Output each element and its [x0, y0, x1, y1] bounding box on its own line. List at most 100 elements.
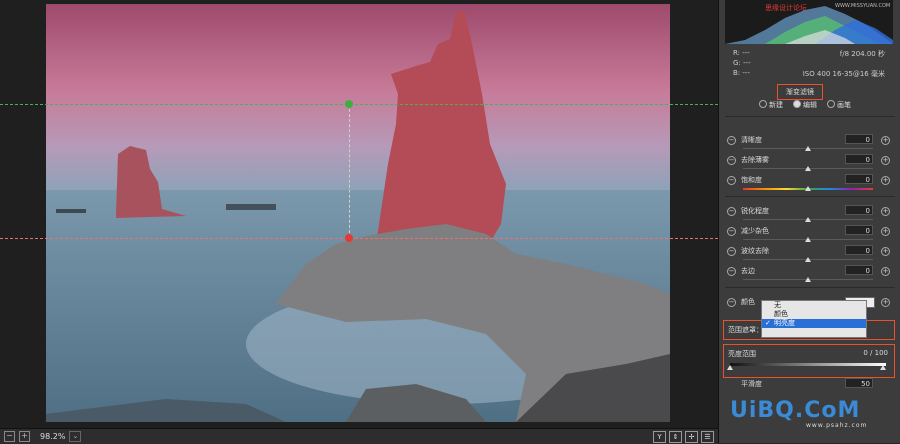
plus-icon[interactable]: +: [881, 267, 890, 276]
smoothness-value[interactable]: 50: [845, 378, 873, 388]
graduated-filter-title: 渐变滤镜: [777, 84, 823, 100]
mask-option-luminance[interactable]: 明亮度: [762, 319, 866, 328]
radio-icon: [827, 100, 835, 108]
slider-saturation: − 饱和度 0 +: [725, 174, 897, 194]
luminance-range-track[interactable]: [730, 363, 886, 366]
slider-label: 去边: [741, 267, 755, 275]
g-readout: G: ---: [733, 59, 751, 67]
image-canvas[interactable]: [0, 0, 718, 428]
slider-label: 锐化程度: [741, 207, 769, 215]
plus-icon[interactable]: +: [881, 247, 890, 256]
preferences-button[interactable]: ☰: [701, 431, 714, 443]
slider-knob[interactable]: [805, 146, 811, 151]
slider-clarity: − 清晰度 0 +: [725, 134, 897, 154]
slider-value[interactable]: 0: [845, 134, 873, 144]
mask-option-color[interactable]: 颜色: [762, 310, 866, 319]
slider-label: 波纹去除: [741, 247, 769, 255]
zoom-dropdown-icon[interactable]: ⌄: [69, 431, 82, 442]
photo-preview[interactable]: [46, 4, 670, 422]
mode-new[interactable]: 新建: [759, 100, 783, 110]
plus-icon[interactable]: +: [881, 207, 890, 216]
plus-icon[interactable]: +: [881, 156, 890, 165]
gradient-start-pin[interactable]: [345, 100, 353, 108]
watermark-sub: www.psahz.com: [806, 422, 868, 429]
minus-icon[interactable]: −: [727, 176, 736, 185]
slider-value[interactable]: 0: [845, 265, 873, 275]
slider-label: 去除薄雾: [741, 156, 769, 164]
slider-value[interactable]: 0: [845, 154, 873, 164]
status-bar: − + 98.2% ⌄ Y ⇕ ✢ ☰: [0, 428, 718, 444]
slider-label: 清晰度: [741, 136, 762, 144]
slider-knob[interactable]: [805, 217, 811, 222]
mask-option-none[interactable]: 无: [762, 301, 866, 310]
before-after-y-button[interactable]: Y: [653, 431, 666, 443]
slider-defringe: − 去边 0 +: [725, 265, 897, 285]
b-readout: B: ---: [733, 69, 750, 77]
histogram: 思缘设计论坛 WWW.MISSYUAN.COM: [725, 0, 893, 44]
plus-icon[interactable]: +: [881, 298, 890, 307]
radio-selected-icon: [793, 100, 801, 108]
aperture-shutter: f/8 204.00 秒: [839, 50, 885, 58]
minus-icon[interactable]: −: [727, 136, 736, 145]
minus-icon[interactable]: −: [727, 156, 736, 165]
slider-dehaze: − 去除薄雾 0 +: [725, 154, 897, 174]
zoom-level: 98.2%: [40, 432, 66, 441]
minus-zoom-icon[interactable]: −: [4, 431, 15, 442]
plus-zoom-icon[interactable]: +: [19, 431, 30, 442]
radio-icon: [759, 100, 767, 108]
color-label: 颜色: [741, 298, 755, 306]
gradient-end-pin[interactable]: [345, 234, 353, 242]
divider: [725, 196, 895, 197]
iso-lens: ISO 400 16-35@16 毫米: [802, 70, 885, 78]
slider-value[interactable]: 0: [845, 205, 873, 215]
divider: [725, 287, 895, 288]
adjustment-panel: 思缘设计论坛 WWW.MISSYUAN.COM R: --- f/8 204.0…: [718, 0, 900, 443]
seascape-photo: [46, 4, 670, 422]
histogram-watermark-url: WWW.MISSYUAN.COM: [835, 3, 891, 9]
slider-label: 减少杂色: [741, 227, 769, 235]
mode-selector: 新建 编辑 画笔: [759, 100, 899, 110]
minus-icon[interactable]: −: [727, 267, 736, 276]
slider-knob[interactable]: [805, 237, 811, 242]
before-after-split-button[interactable]: ⇕: [669, 431, 682, 443]
site-watermark: UiBQ.CoM www.psahz.com: [730, 398, 866, 429]
camera-info: R: --- f/8 204.00 秒 G: --- B: --- ISO 40…: [733, 49, 893, 79]
minus-icon[interactable]: −: [727, 207, 736, 216]
slider-moire: − 波纹去除 0 +: [725, 245, 897, 265]
luminance-range-box: 亮度范围 0 / 100: [723, 344, 895, 378]
histogram-watermark-text: 思缘设计论坛: [765, 4, 807, 12]
minus-icon[interactable]: −: [727, 247, 736, 256]
minus-icon[interactable]: −: [727, 298, 736, 307]
gradient-center-line[interactable]: [349, 104, 350, 238]
mode-edit[interactable]: 编辑: [793, 100, 817, 110]
slider-knob[interactable]: [805, 166, 811, 171]
gradient-start-guide[interactable]: [0, 104, 718, 105]
slider-knob[interactable]: [805, 257, 811, 262]
slider-label: 饱和度: [741, 176, 762, 184]
luminance-range-value: 0 / 100: [863, 349, 888, 357]
slider-value[interactable]: 0: [845, 245, 873, 255]
slider-noise-reduction: − 减少杂色 0 +: [725, 225, 897, 245]
slider-knob[interactable]: [805, 277, 811, 282]
plus-icon[interactable]: +: [881, 136, 890, 145]
minus-icon[interactable]: −: [727, 227, 736, 236]
plus-icon[interactable]: +: [881, 227, 890, 236]
range-mask-label: 范围遮罩：: [728, 326, 763, 334]
divider: [725, 116, 895, 117]
watermark-logo: UiBQ.CoM: [730, 398, 861, 423]
smoothness-label: 平滑度: [741, 380, 762, 388]
slider-sharpness: − 锐化程度 0 +: [725, 205, 897, 225]
luminance-range-max-knob[interactable]: [880, 365, 886, 370]
swap-settings-button[interactable]: ✢: [685, 431, 698, 443]
slider-smoothness: 平滑度 50: [725, 378, 897, 398]
gradient-end-guide[interactable]: [0, 238, 718, 239]
range-mask-dropdown[interactable]: 无 颜色 明亮度: [761, 300, 867, 338]
luminance-range-label: 亮度范围: [728, 350, 756, 358]
slider-value[interactable]: 0: [845, 174, 873, 184]
r-readout: R: ---: [733, 49, 750, 57]
luminance-range-min-knob[interactable]: [727, 365, 733, 370]
mode-brush[interactable]: 画笔: [827, 100, 851, 110]
slider-knob[interactable]: [805, 186, 811, 191]
plus-icon[interactable]: +: [881, 176, 890, 185]
slider-value[interactable]: 0: [845, 225, 873, 235]
